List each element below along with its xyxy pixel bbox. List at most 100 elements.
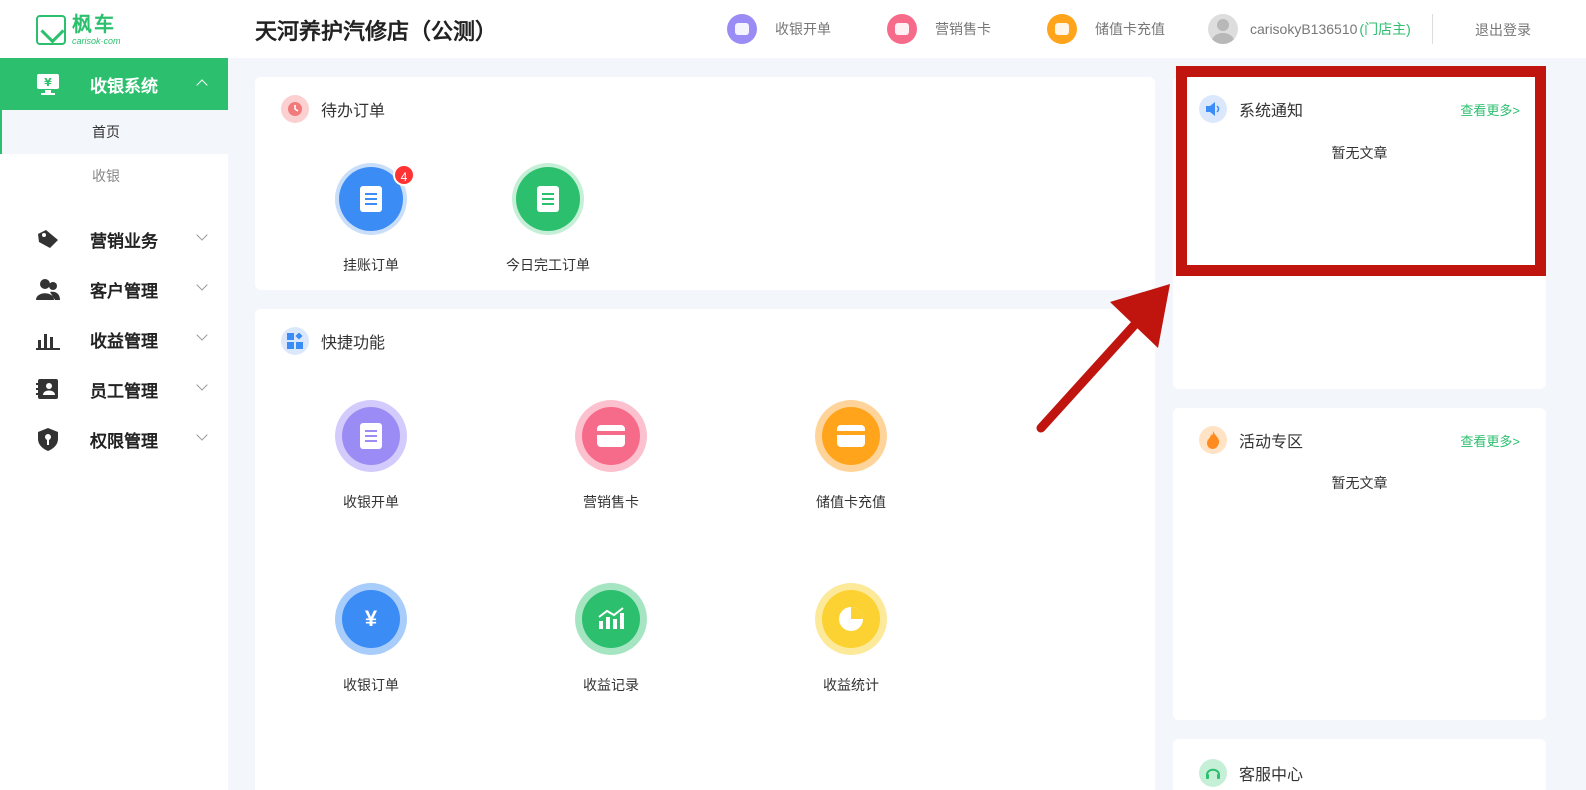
tile-label: 营销售卡 — [583, 494, 639, 510]
tile-label: 挂账订单 — [343, 257, 399, 273]
tile-icon-ring — [815, 583, 887, 655]
quick-functions-card: 快捷功能 收银开单 营销售卡 储值卡充值 ¥ 收银订单 收益记录 收益统计 — [255, 309, 1155, 790]
sidebar-item-label: 收益管理 — [90, 331, 158, 351]
pending-count-badge: 4 — [393, 164, 415, 186]
tile-icon-ring: ¥ — [335, 583, 407, 655]
tile-label: 收益记录 — [583, 677, 639, 693]
brand-logo[interactable]: 枫车 carisok·com — [36, 12, 136, 48]
quick-tile-recharge[interactable]: 储值卡充值 — [781, 400, 921, 512]
sidebar-item-staff[interactable]: 员工管理 — [0, 364, 228, 414]
username: carisokyB136510 — [1250, 21, 1358, 37]
logo-subtext: carisok·com — [72, 35, 121, 46]
card-title-text: 客服中心 — [1239, 767, 1304, 784]
chevron-down-icon — [196, 379, 208, 391]
wallet-icon — [822, 407, 880, 465]
tag-icon — [36, 228, 60, 250]
header-cashier-button[interactable]: 收银开单 — [727, 13, 831, 45]
card-title-text: 快捷功能 — [321, 335, 386, 352]
monitor-yen-icon: ¥ — [36, 73, 60, 95]
header-action-label: 营销售卡 — [935, 21, 991, 37]
pending-tile-credit-orders[interactable]: 4 挂账订单 — [301, 163, 441, 275]
tile-label: 收银开单 — [343, 494, 399, 510]
pending-orders-card: 待办订单 4 挂账订单 今日完工订单 — [255, 77, 1155, 290]
headset-icon — [1199, 759, 1227, 787]
annotation-highlight-box — [1176, 66, 1546, 276]
tile-icon-ring — [335, 400, 407, 472]
sidebar-subitem-home[interactable]: 首页 — [0, 110, 228, 154]
sidebar: ¥ 收银系统 首页 收银 营销业务 客户管理 收益管理 员工管理 权限管理 — [0, 58, 228, 790]
pending-tile-completed-today[interactable]: 今日完工订单 — [478, 163, 618, 275]
sidebar-subitem-cashier[interactable]: 收银 — [0, 154, 228, 198]
quick-tile-cashier-orders[interactable]: ¥ 收银订单 — [301, 583, 441, 695]
header-sell-card-button[interactable]: 营销售卡 — [887, 13, 991, 45]
tile-label: 今日完工订单 — [506, 257, 590, 273]
tile-label: 收银订单 — [343, 677, 399, 693]
store-title: 天河养护汽修店（公测） — [255, 19, 498, 44]
sidebar-item-customers[interactable]: 客户管理 — [0, 264, 228, 314]
tile-icon-ring — [512, 163, 584, 235]
monitor-yen-icon: ¥ — [342, 590, 400, 648]
view-more-link[interactable]: 查看更多> — [1460, 431, 1520, 450]
cashier-icon — [727, 14, 757, 44]
user-role: (门店主) — [1359, 21, 1411, 37]
customer-service-card: 客服中心 — [1173, 739, 1546, 790]
logo-icon — [36, 15, 66, 45]
id-card-icon — [36, 378, 60, 400]
bar-chart-icon — [36, 328, 60, 350]
empty-message: 暂无文章 — [1331, 475, 1388, 491]
sidebar-item-marketing[interactable]: 营销业务 — [0, 214, 228, 264]
quick-tile-cashier[interactable]: 收银开单 — [301, 400, 441, 512]
quick-tile-revenue-stats[interactable]: 收益统计 — [781, 583, 921, 695]
pie-chart-icon — [822, 590, 880, 648]
logo-text: 枫车 — [72, 13, 116, 36]
card-title-text: 活动专区 — [1239, 434, 1304, 451]
card-icon — [887, 14, 917, 44]
top-header: 枫车 carisok·com 天河养护汽修店（公测） 收银开单 营销售卡 储值卡… — [0, 0, 1586, 58]
sidebar-item-label: 权限管理 — [90, 431, 158, 451]
edit-note-icon — [342, 407, 400, 465]
tile-label: 储值卡充值 — [816, 494, 886, 510]
card-title-text: 待办订单 — [321, 103, 386, 120]
sidebar-item-label: 员工管理 — [90, 381, 158, 401]
activity-zone-title: 活动专区 — [1199, 426, 1303, 454]
pending-orders-title: 待办订单 — [281, 95, 385, 123]
sidebar-item-label: 客户管理 — [90, 281, 158, 301]
chevron-down-icon — [196, 429, 208, 441]
chevron-down-icon — [196, 229, 208, 241]
fire-icon — [1199, 426, 1227, 454]
clock-icon — [281, 95, 309, 123]
shield-icon — [36, 428, 60, 451]
wallet-icon — [1047, 14, 1077, 44]
header-action-label: 储值卡充值 — [1095, 21, 1165, 37]
sidebar-item-permissions[interactable]: 权限管理 — [0, 414, 228, 464]
sidebar-item-cashier-system[interactable]: ¥ 收银系统 — [0, 58, 228, 110]
tile-icon-ring — [575, 400, 647, 472]
document-check-icon — [516, 167, 580, 231]
header-divider — [1432, 14, 1433, 44]
header-action-label: 收银开单 — [775, 21, 831, 37]
tile-icon-ring: 4 — [335, 163, 415, 235]
yen-glyph: ¥ — [364, 606, 378, 631]
tile-icon-ring — [575, 583, 647, 655]
sidebar-item-label: 营销业务 — [90, 231, 158, 251]
trend-chart-icon — [582, 590, 640, 648]
customer-service-title: 客服中心 — [1199, 759, 1303, 787]
logout-button[interactable]: 退出登录 — [1475, 20, 1531, 40]
tile-icon-ring — [815, 400, 887, 472]
chevron-down-icon — [196, 329, 208, 341]
annotation-arrow-icon — [1036, 284, 1170, 433]
chevron-up-icon — [196, 79, 208, 91]
user-menu[interactable]: carisokyB136510 (门店主) — [1208, 13, 1411, 45]
tile-label: 收益统计 — [823, 677, 879, 693]
quick-functions-title: 快捷功能 — [281, 327, 385, 355]
quick-tile-revenue-records[interactable]: 收益记录 — [541, 583, 681, 695]
chevron-down-icon — [196, 279, 208, 291]
svg-text:¥: ¥ — [44, 76, 52, 89]
quick-tile-sell-card[interactable]: 营销售卡 — [541, 400, 681, 512]
sidebar-item-label: 收银系统 — [90, 76, 158, 96]
card-icon — [582, 407, 640, 465]
sidebar-item-revenue[interactable]: 收益管理 — [0, 314, 228, 364]
header-recharge-button[interactable]: 储值卡充值 — [1047, 13, 1165, 45]
activity-zone-card: 活动专区 查看更多> 暂无文章 — [1173, 408, 1546, 720]
users-icon — [36, 278, 60, 300]
